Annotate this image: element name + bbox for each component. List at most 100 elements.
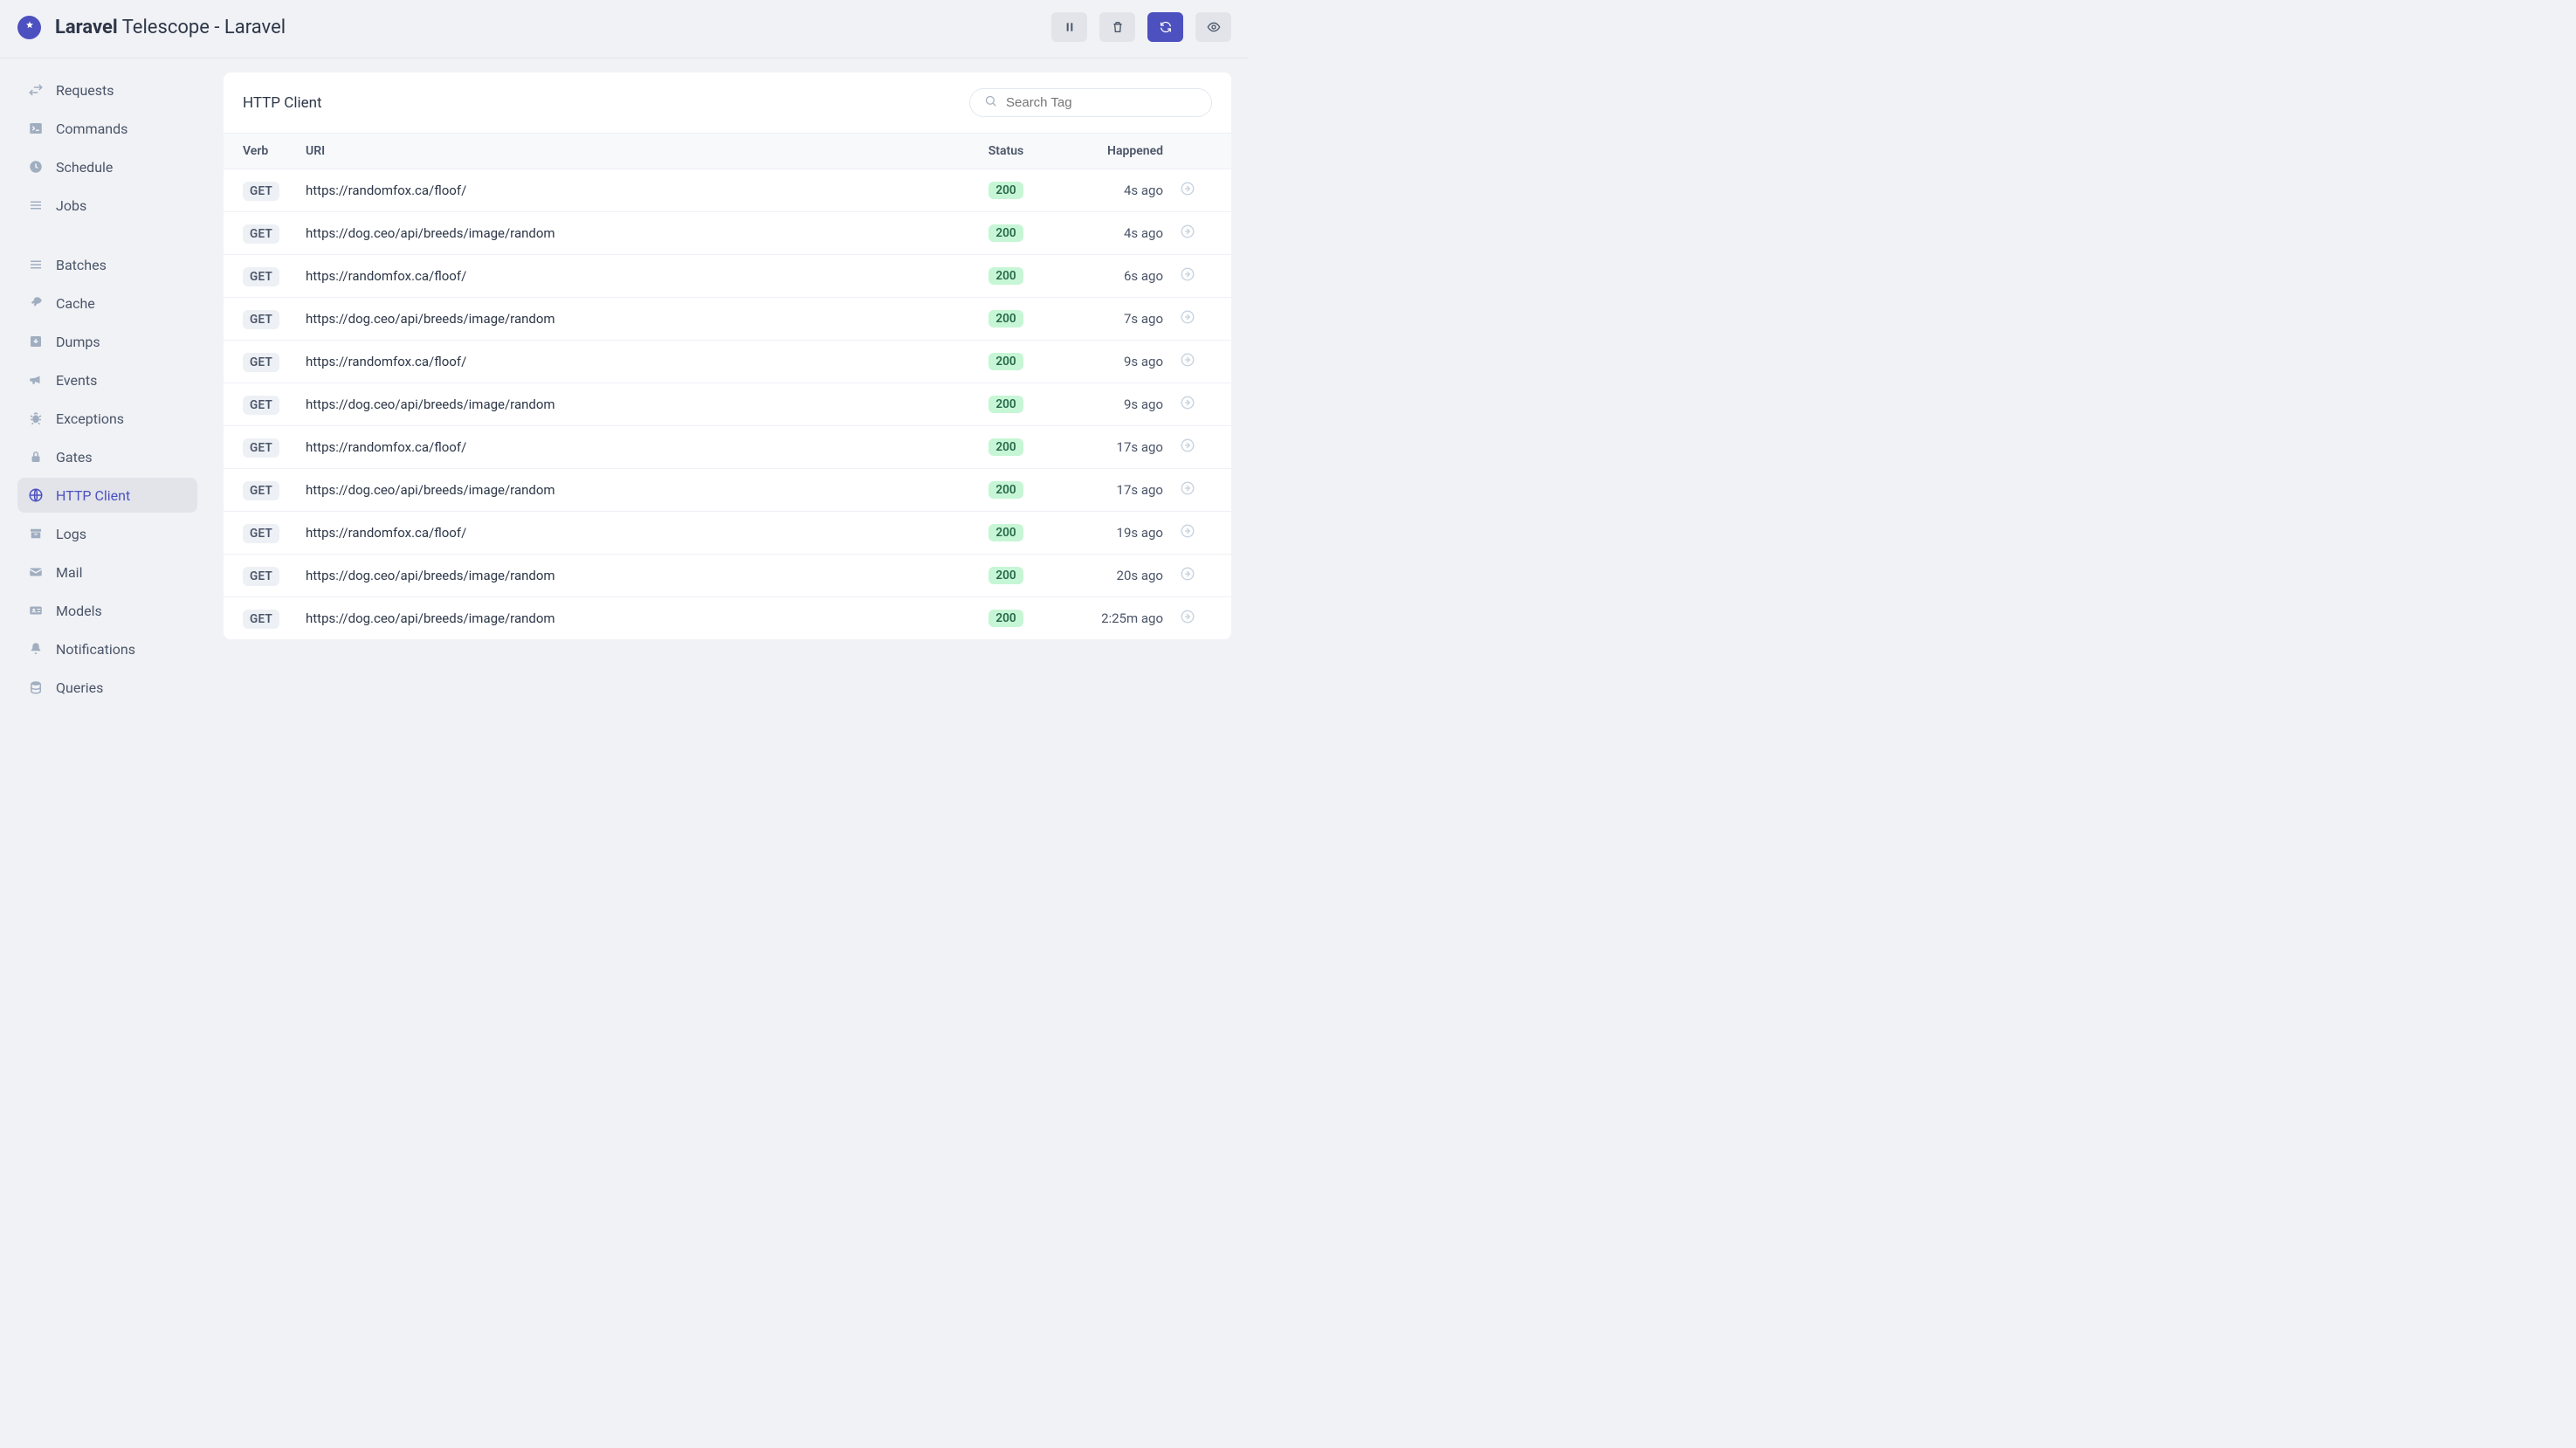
sidebar-item-logs[interactable]: Logs xyxy=(17,516,197,551)
sidebar-item-mail[interactable]: Mail xyxy=(17,555,197,590)
toggle-view-button[interactable] xyxy=(1195,12,1231,42)
verb-badge: GET xyxy=(243,567,279,586)
uri-text: https://dog.ceo/api/breeds/image/random xyxy=(306,225,555,241)
sidebar-item-events[interactable]: Events xyxy=(17,362,197,397)
sidebar-item-commands[interactable]: Commands xyxy=(17,111,197,146)
col-verb: Verb xyxy=(243,144,306,158)
sidebar-item-httpclient[interactable]: HTTP Client xyxy=(17,478,197,513)
arrow-right-icon[interactable] xyxy=(1180,352,1195,368)
happened-text: 4s ago xyxy=(1124,183,1163,198)
sidebar-item-label: Notifications xyxy=(56,641,135,658)
table-row: GET https://randomfox.ca/floof/200 17s ago xyxy=(224,426,1231,469)
happened-text: 7s ago xyxy=(1124,311,1163,327)
arrow-right-icon[interactable] xyxy=(1180,566,1195,582)
refresh-button[interactable] xyxy=(1147,12,1183,42)
swap-icon xyxy=(28,82,44,98)
verb-badge: GET xyxy=(243,524,279,543)
sidebar-item-requests[interactable]: Requests xyxy=(17,72,197,107)
sidebar-item-label: Cache xyxy=(56,295,95,312)
table-row: GEThttps://dog.ceo/api/breeds/image/rand… xyxy=(224,383,1231,426)
happened-text: 9s ago xyxy=(1124,354,1163,369)
col-status: Status xyxy=(954,144,1058,158)
sidebar-item-label: Dumps xyxy=(56,334,100,350)
bell-icon xyxy=(28,641,44,657)
sidebar-item-label: Mail xyxy=(56,564,82,581)
sidebar-item-label: Batches xyxy=(56,257,107,273)
sidebar-item-label: Logs xyxy=(56,526,86,542)
brand: Laravel Telescope - Laravel xyxy=(17,16,286,39)
status-badge: 200 xyxy=(988,353,1023,370)
search-input[interactable] xyxy=(1006,95,1197,110)
status-badge: 200 xyxy=(988,267,1023,285)
sidebar-item-models[interactable]: Models xyxy=(17,593,197,628)
arrow-right-icon[interactable] xyxy=(1180,438,1195,453)
search-wrap[interactable] xyxy=(969,88,1212,117)
sidebar-item-batches[interactable]: Batches xyxy=(17,247,197,282)
col-uri: URI xyxy=(306,144,954,158)
table-row: GET https://dog.ceo/api/breeds/image/rand… xyxy=(224,555,1231,597)
sidebar-item-queries[interactable]: Queries xyxy=(17,670,197,705)
arrow-right-icon[interactable] xyxy=(1180,266,1195,282)
sidebar-item-notifications[interactable]: Notifications xyxy=(17,631,197,666)
uri-text: https://randomfox.ca/floof/ xyxy=(306,439,466,455)
sidebar-item-label: Events xyxy=(56,372,97,389)
verb-badge: GET xyxy=(243,438,279,458)
uri-text: https://dog.ceo/api/breeds/image/random xyxy=(306,482,555,498)
app-title: Laravel Telescope - Laravel xyxy=(55,17,286,38)
happened-text: 17s ago xyxy=(1117,439,1163,455)
sidebar-item-label: Schedule xyxy=(56,159,113,176)
uri-text: https://randomfox.ca/floof/ xyxy=(306,354,466,369)
verb-badge: GET xyxy=(243,310,279,329)
arrow-right-icon[interactable] xyxy=(1180,181,1195,197)
status-badge: 200 xyxy=(988,396,1023,413)
sidebar-item-label: Gates xyxy=(56,449,93,465)
globe-icon xyxy=(28,487,44,503)
sidebar-item-exceptions[interactable]: Exceptions xyxy=(17,401,197,436)
uri-text: https://dog.ceo/api/breeds/image/random xyxy=(306,568,555,583)
happened-text: 19s ago xyxy=(1117,525,1163,541)
verb-badge: GET xyxy=(243,396,279,415)
sidebar-item-cache[interactable]: Cache xyxy=(17,286,197,321)
sidebar-item-label: Commands xyxy=(56,121,127,137)
happened-text: 6s ago xyxy=(1124,268,1163,284)
sidebar-item-jobs[interactable]: Jobs xyxy=(17,188,197,223)
pause-button[interactable] xyxy=(1051,12,1087,42)
uri-text: https://dog.ceo/api/breeds/image/random xyxy=(306,610,555,626)
stack-icon xyxy=(28,257,44,272)
search-icon xyxy=(984,94,997,111)
sidebar-item-dumps[interactable]: Dumps xyxy=(17,324,197,359)
status-badge: 200 xyxy=(988,310,1023,328)
happened-text: 20s ago xyxy=(1117,568,1163,583)
idcard-icon xyxy=(28,603,44,618)
clear-button[interactable] xyxy=(1099,12,1135,42)
status-badge: 200 xyxy=(988,224,1023,242)
card-title: HTTP Client xyxy=(243,94,322,112)
verb-badge: GET xyxy=(243,267,279,286)
table-row: GEThttps://dog.ceo/api/breeds/image/rand… xyxy=(224,298,1231,341)
arrow-right-icon[interactable] xyxy=(1180,224,1195,239)
arrow-right-icon[interactable] xyxy=(1180,395,1195,410)
table-row: GEThttps://randomfox.ca/floof/2004s ago xyxy=(224,169,1231,212)
mail-icon xyxy=(28,564,44,580)
lock-icon xyxy=(28,449,44,465)
arrow-right-icon[interactable] xyxy=(1180,480,1195,496)
bullhorn-icon xyxy=(28,372,44,388)
bug-icon xyxy=(28,410,44,426)
arrow-right-icon[interactable] xyxy=(1180,609,1195,624)
status-badge: 200 xyxy=(988,567,1023,584)
happened-text: 4s ago xyxy=(1124,225,1163,241)
sidebar-item-label: Exceptions xyxy=(56,410,124,427)
sidebar-item-schedule[interactable]: Schedule xyxy=(17,149,197,184)
sidebar-item-label: Jobs xyxy=(56,197,86,214)
status-badge: 200 xyxy=(988,438,1023,456)
uri-text: https://randomfox.ca/floof/ xyxy=(306,183,466,198)
sidebar-item-gates[interactable]: Gates xyxy=(17,439,197,474)
arrow-right-icon[interactable] xyxy=(1180,309,1195,325)
toolbar xyxy=(1051,12,1231,42)
arrow-right-icon[interactable] xyxy=(1180,523,1195,539)
rocket-icon xyxy=(28,295,44,311)
table-row: GEThttps://randomfox.ca/floof/2006s ago xyxy=(224,255,1231,298)
table-row: GEThttps://dog.ceo/api/breeds/image/rand… xyxy=(224,597,1231,639)
verb-badge: GET xyxy=(243,353,279,372)
verb-badge: GET xyxy=(243,481,279,500)
